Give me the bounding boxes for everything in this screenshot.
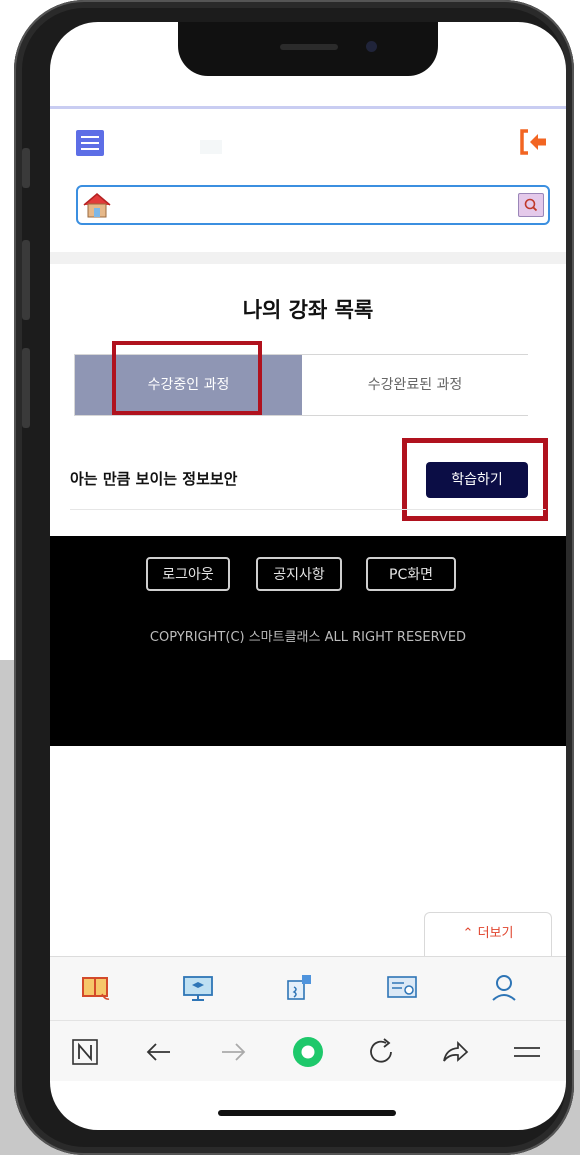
search-input[interactable] — [120, 191, 504, 221]
phone-screen: 나의 강좌 목록 수강중인 과정 수강완료된 과정 아는 만큼 보이는 정보보안… — [50, 22, 566, 1130]
copyright-text: COPYRIGHT(C) 스마트클래스 ALL RIGHT RESERVED — [149, 630, 467, 645]
more-label: 더보기 — [477, 926, 514, 941]
mute-switch — [22, 148, 30, 188]
share-icon[interactable] — [438, 1035, 472, 1069]
puzzle-icon[interactable] — [284, 973, 316, 1003]
certificate-icon[interactable] — [386, 973, 418, 1003]
quick-menu-bar — [50, 956, 566, 1021]
highlight-box-tab — [112, 341, 262, 415]
naver-icon[interactable] — [68, 1035, 102, 1069]
footer: 로그아웃 공지사항 PC화면 COPYRIGHT(C) 스마트클래스 ALL R… — [50, 536, 566, 746]
tab-completed[interactable]: 수강완료된 과정 — [302, 355, 528, 415]
home-circle-icon[interactable] — [291, 1035, 325, 1069]
header-top-line — [50, 106, 566, 109]
back-arrow-icon[interactable] — [142, 1035, 176, 1069]
logout-button[interactable]: 로그아웃 — [146, 557, 230, 591]
search-icon — [524, 198, 538, 212]
course-divider — [70, 509, 546, 510]
user-icon[interactable] — [488, 973, 520, 1003]
home-indicator — [218, 1110, 396, 1116]
notch — [178, 22, 438, 76]
phone-frame: 나의 강좌 목록 수강중인 과정 수강완료된 과정 아는 만큼 보이는 정보보안… — [14, 0, 574, 1155]
forward-arrow-icon[interactable] — [216, 1035, 250, 1069]
search-button[interactable] — [518, 193, 544, 217]
page-title: 나의 강좌 목록 — [242, 298, 374, 322]
site-logo — [200, 140, 222, 154]
camera — [366, 41, 377, 52]
speaker — [280, 44, 338, 50]
notice-button[interactable]: 공지사항 — [256, 557, 342, 591]
menu-icon[interactable] — [510, 1035, 544, 1069]
volume-up-button — [22, 240, 30, 320]
logout-icon[interactable] — [518, 128, 548, 156]
hamburger-icon[interactable] — [76, 130, 104, 156]
chevron-up-icon: ⌃ — [462, 926, 474, 941]
search-bar[interactable] — [76, 185, 550, 225]
more-button[interactable]: ⌃ 더보기 — [424, 912, 552, 956]
monitor-graduation-icon[interactable] — [182, 973, 214, 1003]
browser-navigation-bar — [50, 1020, 566, 1081]
volume-down-button — [22, 348, 30, 428]
pc-view-button[interactable]: PC화면 — [366, 557, 456, 591]
section-divider — [50, 252, 566, 264]
course-title: 아는 만큼 보이는 정보보안 — [70, 470, 238, 488]
refresh-icon[interactable] — [364, 1035, 398, 1069]
book-icon[interactable] — [80, 973, 112, 1003]
home-icon[interactable] — [82, 191, 112, 219]
